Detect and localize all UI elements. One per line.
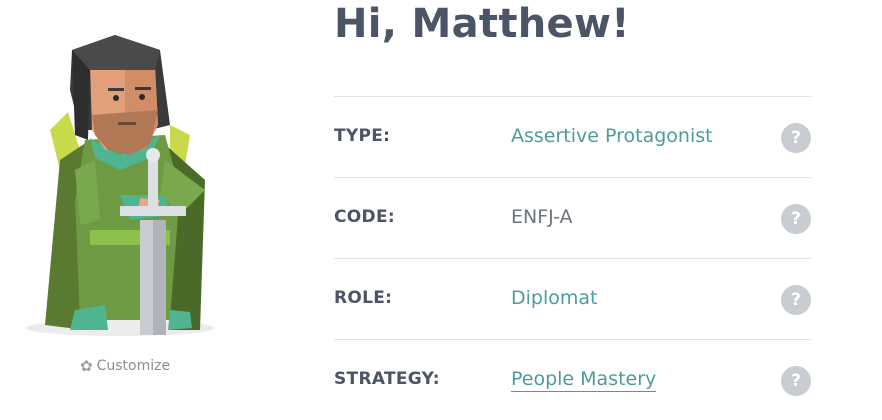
role-help-icon[interactable]: ? [781,285,811,315]
type-value-link[interactable]: Assertive Protagonist [511,125,713,147]
profile-row-code: CODE: ENFJ-A ? [334,177,811,258]
role-label: ROLE: [334,288,393,308]
strategy-help-icon[interactable]: ? [781,366,811,396]
profile-row-role: ROLE: Diplomat ? [334,258,811,339]
profile-row-strategy: STRATEGY: People Mastery ? [334,339,811,420]
avatar-panel: ✿ Customize [0,0,250,414]
customize-button[interactable]: ✿ Customize [80,358,170,374]
profile-row-type: TYPE: Assertive Protagonist ? [334,96,811,177]
strategy-value-link[interactable]: People Mastery [511,368,657,392]
gear-icon: ✿ [80,356,93,375]
greeting-heading: Hi, Matthew! [334,1,630,47]
type-label: TYPE: [334,126,391,146]
avatar-illustration [25,35,215,336]
type-help-icon[interactable]: ? [781,123,811,153]
code-value: ENFJ-A [511,206,573,228]
strategy-label: STRATEGY: [334,369,440,389]
role-value-link[interactable]: Diplomat [511,287,597,309]
code-label: CODE: [334,207,395,227]
profile-info-list: TYPE: Assertive Protagonist ? CODE: ENFJ… [334,96,811,420]
code-help-icon[interactable]: ? [781,204,811,234]
customize-label: Customize [96,358,171,374]
